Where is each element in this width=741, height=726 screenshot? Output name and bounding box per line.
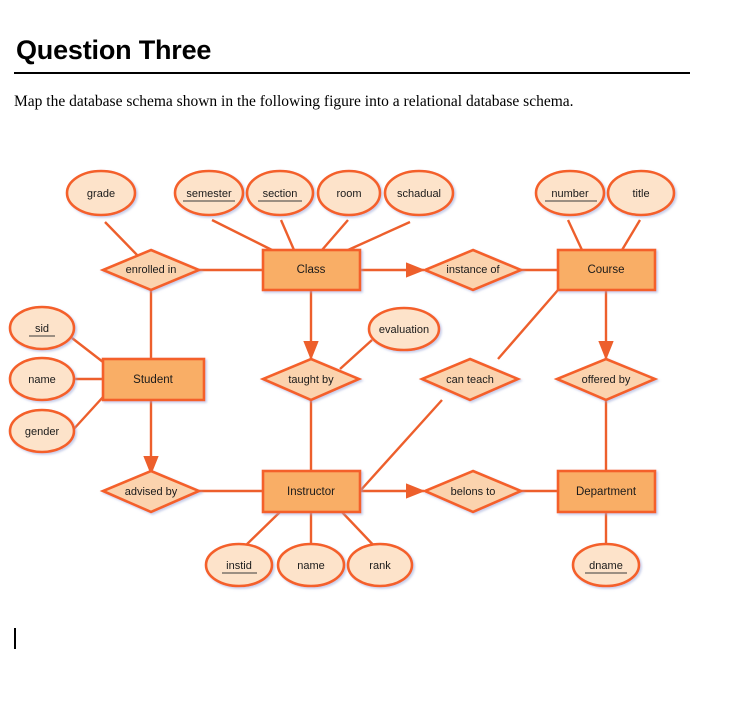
attribute-label: rank (369, 560, 391, 572)
edge-semester-class (211, 218, 273, 252)
relationship-instance-of[interactable]: instance of (421, 248, 525, 292)
attribute-title[interactable]: title (606, 169, 676, 217)
attribute-label: number (551, 188, 589, 200)
attribute-label: gender (25, 426, 60, 438)
relationship-advised-by[interactable]: advised by (99, 469, 203, 514)
entity-label: Class (297, 264, 326, 276)
attribute-evaluation[interactable]: evaluation (367, 306, 441, 352)
attribute-schadual[interactable]: schadual (383, 169, 455, 217)
entity-label: Instructor (287, 486, 335, 498)
edge-room-class (321, 219, 349, 251)
attribute-label: instid (226, 560, 252, 572)
relationship-can-teach[interactable]: can teach (418, 357, 522, 402)
edge-evaluation-taughtby (339, 339, 373, 370)
attribute-sid[interactable]: sid (8, 305, 76, 351)
text-cursor (14, 628, 16, 649)
attribute-label: dname (589, 560, 623, 572)
attribute-label: schadual (397, 188, 441, 200)
relationship-enrolled-in[interactable]: enrolled in (99, 248, 203, 292)
attribute-label: room (336, 188, 361, 200)
relationship-label: enrolled in (126, 264, 177, 276)
edge-sid-student (71, 337, 104, 363)
entity-label: Department (576, 486, 637, 498)
relationship-label: belons to (451, 486, 496, 498)
edge-canteach-instructor (359, 399, 443, 492)
entity-label: Student (133, 374, 173, 386)
edge-section-class (279, 219, 296, 251)
attribute-label: section (263, 188, 298, 200)
attribute-section[interactable]: section (245, 169, 315, 217)
entity-class[interactable]: Class (261, 248, 362, 292)
attribute-label: title (632, 188, 649, 200)
instruction-text: Map the database schema shown in the fol… (14, 93, 574, 110)
attribute-dname[interactable]: dname (571, 542, 641, 588)
entity-student[interactable]: Student (101, 357, 206, 402)
relationship-offered-by[interactable]: offered by (553, 357, 659, 402)
attribute-instid[interactable]: instid (204, 542, 274, 588)
edge-title-course (620, 219, 642, 251)
relationship-label: advised by (125, 486, 178, 498)
entity-department[interactable]: Department (556, 469, 657, 514)
attribute-semester[interactable]: semester (173, 169, 245, 217)
attribute-number[interactable]: number (534, 169, 606, 217)
attribute-room[interactable]: room (316, 169, 382, 217)
er-diagram: grade semester section room schadual num… (8, 169, 676, 588)
edge-gender-student (71, 396, 104, 432)
relationship-label: instance of (446, 264, 500, 276)
attribute-grade[interactable]: grade (65, 169, 137, 217)
page-title: Question Three (16, 35, 212, 65)
attribute-label: name (28, 374, 56, 386)
attribute-instructor-name[interactable]: name (276, 542, 346, 588)
edge-course-canteach (497, 289, 559, 360)
edge-number-course (566, 219, 584, 251)
relationship-label: offered by (582, 374, 631, 386)
document-page: Question Three Map the database schema s… (0, 0, 741, 726)
relationship-label: can teach (446, 374, 494, 386)
entity-course[interactable]: Course (556, 248, 657, 292)
attribute-label: evaluation (379, 324, 429, 336)
attribute-label: grade (87, 188, 115, 200)
entity-instructor[interactable]: Instructor (261, 469, 362, 514)
title-divider (14, 72, 690, 74)
attribute-student-name[interactable]: name (8, 356, 76, 402)
entity-label: Course (587, 264, 624, 276)
edge-schadual-class (347, 220, 411, 252)
attribute-label: semester (186, 188, 232, 200)
relationship-belons-to[interactable]: belons to (421, 469, 525, 514)
attribute-label: sid (35, 323, 49, 335)
edge-grade-enrolledin (104, 221, 141, 259)
attribute-rank[interactable]: rank (346, 542, 414, 588)
relationship-label: taught by (288, 374, 334, 386)
attribute-gender[interactable]: gender (8, 408, 76, 454)
attribute-label: name (297, 560, 325, 572)
